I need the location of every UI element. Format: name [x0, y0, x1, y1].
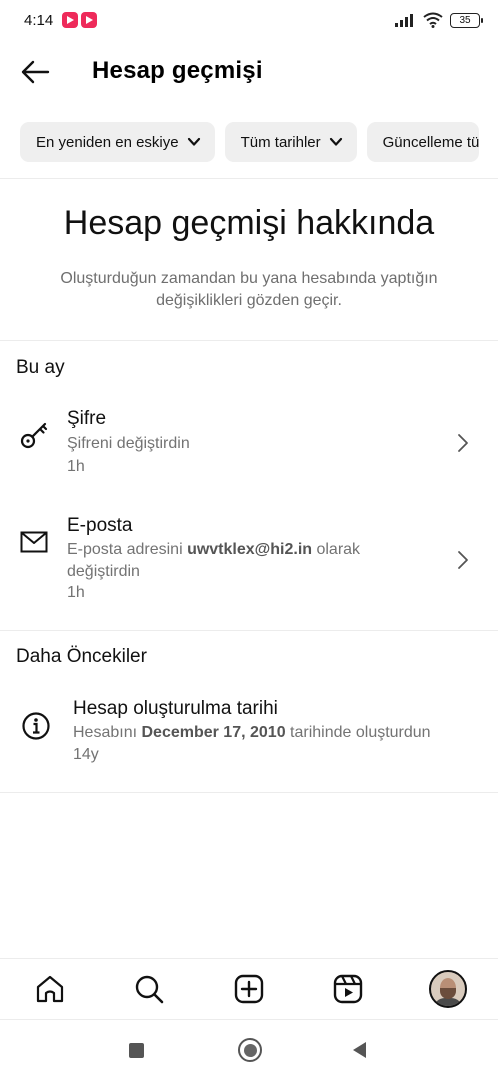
header: Hesap geçmişi: [0, 48, 498, 96]
page-title: Hesap geçmişi: [92, 57, 263, 84]
battery-indicator: 35: [450, 12, 483, 28]
reels-icon[interactable]: [328, 969, 368, 1009]
search-icon[interactable]: [129, 969, 169, 1009]
about-title: Hesap geçmişi hakkında: [63, 204, 435, 242]
chevron-down-icon: [329, 137, 342, 146]
creation-date: December 17, 2010: [141, 724, 286, 741]
divider: [0, 178, 498, 179]
system-navigation: [0, 1020, 498, 1080]
back-arrow-icon: [21, 60, 50, 84]
history-item-account-created[interactable]: Hesap oluşturulma tarihi Hesabını Decemb…: [0, 688, 498, 784]
section-title-earlier: Daha Öncekiler: [16, 646, 147, 667]
chevron-right-icon: [458, 551, 468, 569]
sort-order-filter[interactable]: En yeniden en eskiye: [20, 122, 215, 162]
profile-avatar[interactable]: [428, 969, 468, 1009]
update-type-label: Güncelleme tü: [382, 133, 480, 151]
item-title: E-posta: [67, 515, 133, 536]
divider: [0, 340, 498, 341]
notification-app-icon: [62, 12, 79, 28]
status-bar: 4:14 35: [0, 0, 498, 40]
filter-chips: En yeniden en eskiye Tüm tarihler Güncel…: [20, 122, 498, 162]
history-item-password[interactable]: Şifre Şifreni değiştirdin 1h: [0, 396, 498, 496]
item-title: Hesap oluşturulma tarihi: [73, 698, 278, 719]
wifi-icon: [423, 12, 443, 28]
battery-level: 35: [459, 14, 471, 26]
home-button[interactable]: [238, 1038, 262, 1062]
chevron-right-icon: [458, 434, 468, 452]
item-title: Şifre: [67, 408, 107, 429]
notification-app-icon: [81, 12, 98, 28]
update-type-filter[interactable]: Güncelleme tü: [366, 122, 480, 162]
about-description: Oluşturduğun zamandan bu yana hesabında …: [60, 270, 438, 309]
mail-icon: [18, 526, 50, 558]
section-title-this-month: Bu ay: [16, 357, 65, 378]
recents-button[interactable]: [129, 1043, 144, 1058]
create-icon[interactable]: [229, 969, 269, 1009]
status-time: 4:14: [24, 11, 54, 29]
item-subtitle: E-posta adresini uwvtklex@hi2.in olarak: [67, 541, 361, 558]
item-time: 1h: [67, 458, 85, 475]
date-filter-label: Tüm tarihler: [240, 133, 321, 151]
divider: [0, 792, 498, 793]
avatar: [429, 970, 467, 1008]
item-subtitle: Şifreni değiştirdin: [67, 435, 190, 452]
back-button[interactable]: [18, 56, 52, 88]
info-icon: [20, 710, 52, 742]
date-filter[interactable]: Tüm tarihler: [224, 122, 357, 162]
email-address: uwvtklex@hi2.in: [187, 541, 313, 558]
home-icon[interactable]: [30, 969, 70, 1009]
item-subtitle-line2: değiştirdin: [67, 563, 140, 580]
item-subtitle: Hesabını December 17, 2010 tarihinde olu…: [73, 724, 431, 741]
divider: [0, 630, 498, 631]
key-icon: [18, 420, 50, 452]
history-item-email[interactable]: E-posta E-posta adresini uwvtklex@hi2.in…: [0, 504, 498, 624]
back-button[interactable]: [351, 1041, 367, 1059]
signal-icon: [395, 14, 413, 27]
item-time: 14y: [73, 746, 99, 763]
chevron-down-icon: [187, 137, 200, 146]
item-time: 1h: [67, 584, 85, 601]
sort-order-label: En yeniden en eskiye: [36, 133, 179, 151]
bottom-navigation: [0, 958, 498, 1020]
